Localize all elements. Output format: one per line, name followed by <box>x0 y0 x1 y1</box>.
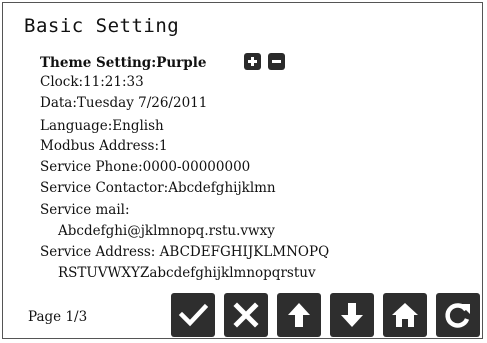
scroll-down-button[interactable] <box>330 293 374 337</box>
refresh-icon <box>445 303 470 328</box>
page-indicator: Page 1/3 <box>28 309 88 325</box>
theme-next-button[interactable] <box>244 53 261 70</box>
scroll-up-button[interactable] <box>277 293 321 337</box>
language-value: Language:English <box>40 118 164 134</box>
arrow-up-icon <box>288 303 310 327</box>
service-address-label: Service Address: ABCDEFGHIJKLMNOPQ <box>40 244 330 260</box>
refresh-button[interactable] <box>436 293 480 337</box>
home-button[interactable] <box>383 293 427 337</box>
action-toolbar <box>171 293 480 337</box>
cancel-button[interactable] <box>224 293 268 337</box>
clock-value: Clock:11:21:33 <box>40 74 144 90</box>
theme-prev-button[interactable] <box>268 53 285 70</box>
date-value: Data:Tuesday 7/26/2011 <box>40 95 208 111</box>
service-mail-label: Service mail: <box>40 202 130 218</box>
theme-setting-label: Theme Setting:Purple <box>40 55 207 71</box>
service-contactor-value: Service Contactor:Abcdefghijklmn <box>40 180 276 196</box>
service-address-value: RSTUVWXYZabcdefghijklmnopqrstuv <box>58 265 316 281</box>
confirm-button[interactable] <box>171 293 215 337</box>
check-icon <box>178 303 208 327</box>
theme-controls <box>244 53 285 70</box>
arrow-down-icon <box>341 303 363 327</box>
page-title: Basic Setting <box>24 15 180 37</box>
home-icon <box>392 303 418 327</box>
modbus-address-value: Modbus Address:1 <box>40 138 168 154</box>
service-mail-value: Abcdefghi@jklmnopq.rstu.vwxy <box>58 223 275 239</box>
service-phone-value: Service Phone:0000-00000000 <box>40 159 251 175</box>
close-icon <box>233 302 259 328</box>
